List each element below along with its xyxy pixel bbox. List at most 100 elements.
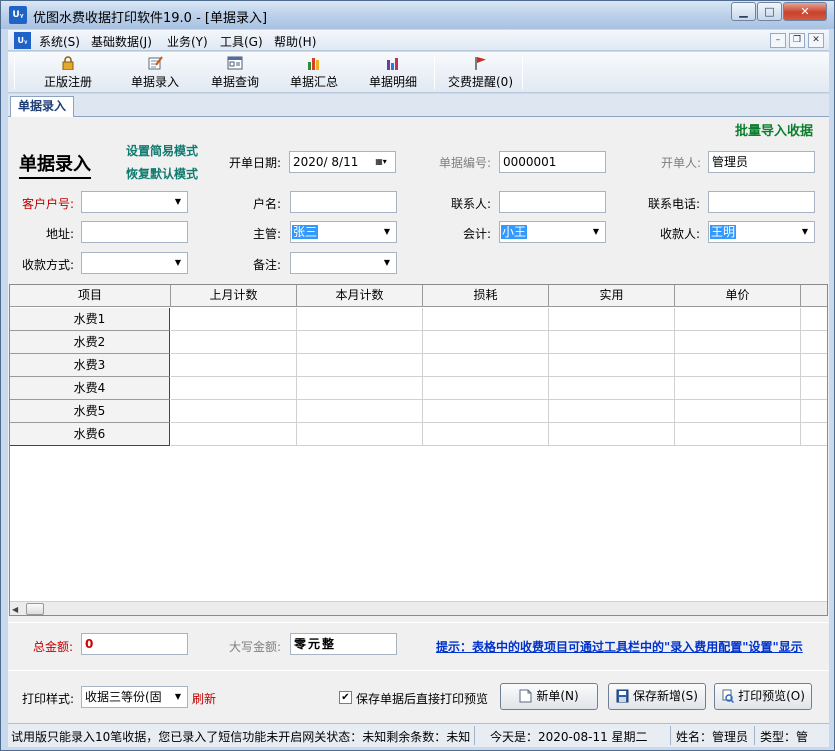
grid-cell[interactable] — [675, 377, 801, 400]
payment-method-combo[interactable]: ▼ — [81, 252, 188, 274]
menu-system[interactable]: 系统(S) — [39, 33, 80, 50]
grid-cell[interactable] — [549, 308, 675, 331]
title-bar[interactable]: Uᵧ 优图水费收据打印软件19.0 - [单据录入] ▁ □ ✕ — [1, 1, 834, 29]
grid-cell[interactable] — [675, 400, 801, 423]
minimize-button[interactable]: ▁ — [731, 2, 756, 21]
grid-cell[interactable] — [297, 331, 423, 354]
grid-cell[interactable] — [171, 377, 297, 400]
grid-cell[interactable] — [423, 377, 549, 400]
grid-cell[interactable] — [549, 423, 675, 446]
grid-cell[interactable] — [549, 331, 675, 354]
dropdown-arrow-icon[interactable]: ▼ — [380, 222, 394, 242]
receipt-query-button[interactable]: 单据查询 — [195, 52, 275, 92]
dropdown-arrow-icon[interactable]: ▼ — [798, 222, 812, 242]
grid-cell[interactable] — [423, 331, 549, 354]
grid-cell[interactable] — [423, 308, 549, 331]
dropdown-arrow-icon[interactable]: ▼ — [589, 222, 603, 242]
grid-cell[interactable] — [549, 377, 675, 400]
grid-cell[interactable] — [675, 423, 801, 446]
simple-mode-link[interactable]: 设置简易模式 — [126, 142, 198, 159]
grid-row-header[interactable]: 水费6 — [10, 423, 170, 446]
mdi-child-logo-icon[interactable]: Uᵧ — [14, 32, 31, 49]
grid-cell[interactable] — [423, 354, 549, 377]
grid-cell[interactable] — [675, 308, 801, 331]
grid-cell[interactable] — [801, 308, 827, 331]
save-and-new-button[interactable]: 保存新增(S) — [608, 683, 706, 710]
supervisor-combo[interactable]: 张三 ▼ — [290, 221, 397, 243]
grid-cell[interactable] — [549, 354, 675, 377]
column-header-last-reading[interactable]: 上月计数 — [171, 285, 297, 307]
accountant-combo[interactable]: 小王 ▼ — [499, 221, 606, 243]
grid-cell[interactable] — [297, 423, 423, 446]
print-style-combo[interactable]: 收据三等份(固 ▼ — [81, 686, 188, 708]
date-picker[interactable]: 2020/ 8/11 ▦▾ — [289, 151, 396, 173]
print-preview-button[interactable]: 打印预览(O) — [714, 683, 812, 710]
grid-cell[interactable] — [171, 308, 297, 331]
total-amount-field[interactable]: 0 — [81, 633, 188, 655]
column-header-actual[interactable]: 实用 — [549, 285, 675, 307]
menu-tools[interactable]: 工具(G) — [220, 33, 263, 50]
new-receipt-button[interactable]: 新单(N) — [500, 683, 598, 710]
grid-config-hint-link[interactable]: 提示：表格中的收费项目可通过工具栏中的"录入费用配置"设置"显示 — [436, 638, 829, 655]
grid-cell[interactable] — [171, 400, 297, 423]
column-header-unit-price[interactable]: 单价 — [675, 285, 801, 307]
maximize-button[interactable]: □ — [757, 2, 782, 21]
receipt-detail-button[interactable]: 单据明细 — [353, 52, 433, 92]
grid-row-header[interactable]: 水费4 — [10, 377, 170, 400]
grid-cell[interactable] — [801, 423, 827, 446]
scrollbar-thumb[interactable] — [26, 603, 44, 615]
mdi-close-button[interactable]: ✕ — [808, 33, 824, 48]
close-button[interactable]: ✕ — [783, 2, 827, 21]
receipt-number-field[interactable]: 0000001 — [499, 151, 606, 173]
column-header-current-reading[interactable]: 本月计数 — [297, 285, 423, 307]
fee-items-grid[interactable]: 项目 上月计数 本月计数 损耗 实用 单价 水费1 水费2 水费3 水费4 水费… — [9, 284, 828, 616]
refresh-link[interactable]: 刷新 — [192, 690, 216, 707]
grid-cell[interactable] — [297, 308, 423, 331]
dropdown-arrow-icon[interactable]: ▼ — [171, 192, 185, 212]
column-header-item[interactable]: 项目 — [10, 285, 171, 307]
grid-cell[interactable] — [297, 354, 423, 377]
grid-cell[interactable] — [423, 400, 549, 423]
dropdown-arrow-icon[interactable]: ▼ — [171, 687, 185, 707]
grid-cell[interactable] — [801, 354, 827, 377]
grid-cell[interactable] — [549, 400, 675, 423]
address-field[interactable] — [81, 221, 188, 243]
grid-cell[interactable] — [171, 354, 297, 377]
issuer-field[interactable]: 管理员 — [708, 151, 815, 173]
payment-reminder-button[interactable]: 交费提醒(0) — [438, 52, 523, 92]
preview-checkbox[interactable]: ✔ — [339, 691, 352, 704]
calendar-dropdown-icon[interactable]: ▦▾ — [369, 152, 393, 172]
remark-combo[interactable]: ▼ — [290, 252, 397, 274]
customer-number-combo[interactable]: ▼ — [81, 191, 188, 213]
amount-in-words-field[interactable]: 零元整 — [290, 633, 397, 655]
menu-help[interactable]: 帮助(H) — [274, 33, 316, 50]
contact-field[interactable] — [499, 191, 606, 213]
grid-cell[interactable] — [801, 331, 827, 354]
preview-checkbox-label[interactable]: 保存单据后直接打印预览 — [356, 690, 488, 707]
phone-field[interactable] — [708, 191, 815, 213]
grid-cell[interactable] — [171, 331, 297, 354]
menu-base-data[interactable]: 基础数据(J) — [91, 33, 152, 50]
grid-cell[interactable] — [801, 400, 827, 423]
scroll-left-icon[interactable]: ◀ — [12, 605, 18, 614]
column-header-loss[interactable]: 损耗 — [423, 285, 549, 307]
menu-business[interactable]: 业务(Y) — [167, 33, 208, 50]
grid-row-header[interactable]: 水费3 — [10, 354, 170, 377]
grid-cell[interactable] — [171, 423, 297, 446]
batch-import-link[interactable]: 批量导入收据 — [735, 120, 813, 139]
grid-cell[interactable] — [297, 400, 423, 423]
mdi-restore-button[interactable]: ❐ — [789, 33, 805, 48]
horizontal-scrollbar[interactable]: ◀ — [10, 601, 827, 615]
dropdown-arrow-icon[interactable]: ▼ — [380, 253, 394, 273]
grid-row-header[interactable]: 水费5 — [10, 400, 170, 423]
receipt-entry-button[interactable]: 单据录入 — [115, 52, 195, 92]
default-mode-link[interactable]: 恢复默认模式 — [126, 165, 198, 182]
grid-row-header[interactable]: 水费1 — [10, 308, 170, 331]
grid-row-header[interactable]: 水费2 — [10, 331, 170, 354]
account-name-field[interactable] — [290, 191, 397, 213]
grid-cell[interactable] — [297, 377, 423, 400]
receipt-summary-button[interactable]: 单据汇总 — [274, 52, 354, 92]
payee-combo[interactable]: 王明 ▼ — [708, 221, 815, 243]
mdi-minimize-button[interactable]: – — [770, 33, 786, 48]
dropdown-arrow-icon[interactable]: ▼ — [171, 253, 185, 273]
